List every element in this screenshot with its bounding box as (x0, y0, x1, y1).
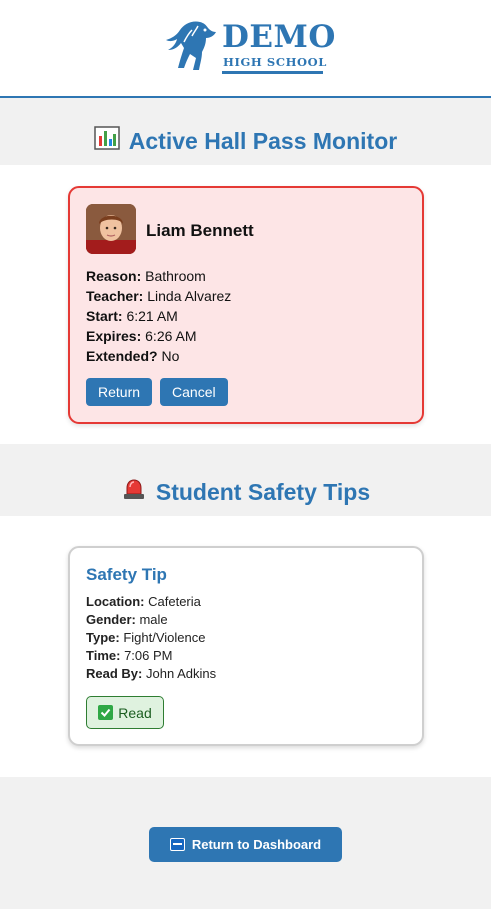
logo-main-text: DEMO (222, 19, 336, 55)
hall-pass-section-title: Active Hall Pass Monitor (0, 118, 491, 164)
start-label: Start: (86, 308, 123, 324)
read-by-row: Read By: John Adkins (86, 665, 216, 683)
logo-sub-text: HIGH SCHOOL (223, 55, 327, 69)
time-row: Time: 7:06 PM (86, 647, 216, 665)
extended-row: Extended? No (86, 346, 231, 366)
cancel-button[interactable]: Cancel (160, 378, 228, 406)
read-by-value: John Adkins (145, 666, 217, 681)
expires-value: 6:26 AM (145, 328, 197, 344)
type-label: Type: (86, 630, 120, 645)
type-row: Type: Fight/Violence (86, 629, 216, 647)
pass-actions: Return Cancel (86, 378, 228, 406)
time-value: 7:06 PM (124, 648, 173, 663)
gender-value: male (139, 612, 168, 627)
read-status-button[interactable]: Read (86, 696, 164, 729)
start-row: Start: 6:21 AM (86, 306, 231, 326)
back-icon (169, 838, 185, 851)
teacher-row: Teacher: Linda Alvarez (86, 286, 231, 306)
mustang-logo-icon (166, 21, 216, 70)
return-button[interactable]: Return (86, 378, 153, 406)
check-mark-icon (98, 705, 114, 720)
school-logo[interactable]: DEMO HIGH SCHOOL (162, 18, 335, 78)
location-value: Cafeteria (148, 594, 201, 609)
student-name: Liam Bennett (146, 221, 254, 240)
siren-icon (121, 478, 147, 506)
type-value: Fight/Violence (123, 630, 206, 645)
logo-underline (222, 71, 323, 74)
safety-section-title: Student Safety Tips (0, 469, 491, 515)
location-label: Location: (86, 594, 145, 609)
extended-label: Extended? (86, 348, 158, 364)
gender-label: Gender: (86, 612, 136, 627)
reason-value: Bathroom (145, 268, 206, 284)
bar-chart-icon (94, 126, 120, 156)
time-label: Time: (86, 648, 121, 663)
student-avatar (86, 204, 136, 254)
tip-details: Location: Cafeteria Gender: male Type: F… (86, 593, 216, 683)
safety-tip-card: Safety Tip Location: Cafeteria Gender: m… (68, 546, 424, 746)
header: DEMO HIGH SCHOOL (0, 0, 491, 98)
tip-title: Safety Tip (86, 565, 167, 584)
return-to-dashboard-label: Return to Dashboard (191, 837, 322, 852)
reason-label: Reason: (86, 268, 142, 284)
start-value: 6:21 AM (126, 308, 178, 324)
hall-pass-title-text: Active Hall Pass Monitor (128, 127, 398, 154)
pass-details: Reason: Bathroom Teacher: Linda Alvarez … (86, 266, 231, 366)
reason-row: Reason: Bathroom (86, 266, 231, 286)
teacher-value: Linda Alvarez (147, 288, 232, 304)
location-row: Location: Cafeteria (86, 593, 216, 611)
extended-value: No (161, 348, 180, 364)
return-to-dashboard-button[interactable]: Return to Dashboard (149, 827, 342, 862)
safety-title-text: Student Safety Tips (155, 478, 371, 505)
expires-row: Expires: 6:26 AM (86, 326, 231, 346)
hall-pass-card: Liam Bennett Reason: Bathroom Teacher: L… (68, 186, 424, 424)
teacher-label: Teacher: (86, 288, 144, 304)
read-by-label: Read By: (86, 666, 143, 681)
read-status-label: Read (118, 704, 152, 721)
gender-row: Gender: male (86, 611, 216, 629)
expires-label: Expires: (86, 328, 142, 344)
